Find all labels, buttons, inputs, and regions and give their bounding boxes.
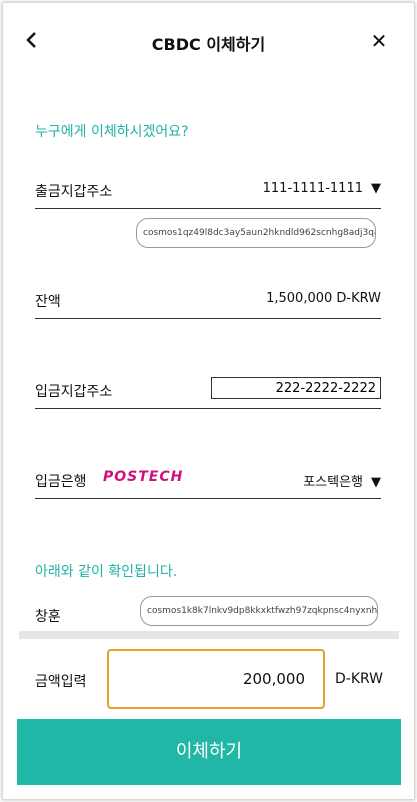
header: CBDC 이체하기 ✕: [3, 3, 414, 83]
transfer-question: 누구에게 이체하시겠어요?: [35, 124, 189, 140]
postech-logo: POSTECH: [103, 469, 184, 485]
dest-bank-value: 포스텍은행: [303, 475, 363, 490]
dest-bank-label: 입금은행: [35, 474, 87, 490]
app-frame: CBDC 이체하기 ✕ 누구에게 이체하시겠어요? 출금지갑주소 111-111…: [2, 2, 415, 800]
confirm-prompt: 아래와 같이 확인됩니다.: [35, 564, 178, 580]
dropdown-caret-icon: ▼: [371, 475, 381, 490]
source-wallet-label: 출금지갑주소: [35, 184, 113, 200]
section-divider: [19, 631, 399, 639]
recipient-name: 창훈: [35, 609, 61, 625]
close-icon[interactable]: ✕: [366, 28, 392, 54]
amount-unit: D-KRW: [335, 671, 384, 687]
balance-row: 잔액 1,500,000 D-KRW: [35, 283, 381, 319]
amount-label: 금액입력: [35, 674, 87, 690]
page-title: CBDC 이체하기: [151, 35, 266, 54]
dest-wallet-input[interactable]: [211, 377, 381, 399]
source-wallet-row: 출금지갑주소 111-1111-1111 ▼: [35, 173, 381, 209]
transfer-button[interactable]: 이체하기: [17, 719, 401, 785]
dest-wallet-label: 입금지갑주소: [35, 384, 113, 400]
balance-label: 잔액: [35, 294, 61, 310]
dest-wallet-row: 입금지갑주소: [35, 373, 381, 409]
dropdown-caret-icon: ▼: [371, 181, 381, 196]
dest-bank-row: 입금은행 POSTECH 포스텍은행 ▼: [35, 463, 381, 499]
balance-value: 1,500,000 D-KRW: [266, 291, 381, 306]
recipient-address: cosmos1k8k7lnkv9dp8kkxktfwzh97zqkpnsc4ny…: [140, 596, 378, 626]
source-wallet-value: 111-1111-1111: [262, 181, 363, 196]
dest-bank-select[interactable]: 포스텍은행 ▼: [303, 471, 381, 490]
source-wallet-select[interactable]: 111-1111-1111 ▼: [263, 181, 381, 196]
amount-input[interactable]: 200,000: [107, 649, 325, 709]
source-wallet-address: cosmos1qz49l8dc3ay5aun2hkndld962scnhg8ad…: [136, 218, 376, 248]
